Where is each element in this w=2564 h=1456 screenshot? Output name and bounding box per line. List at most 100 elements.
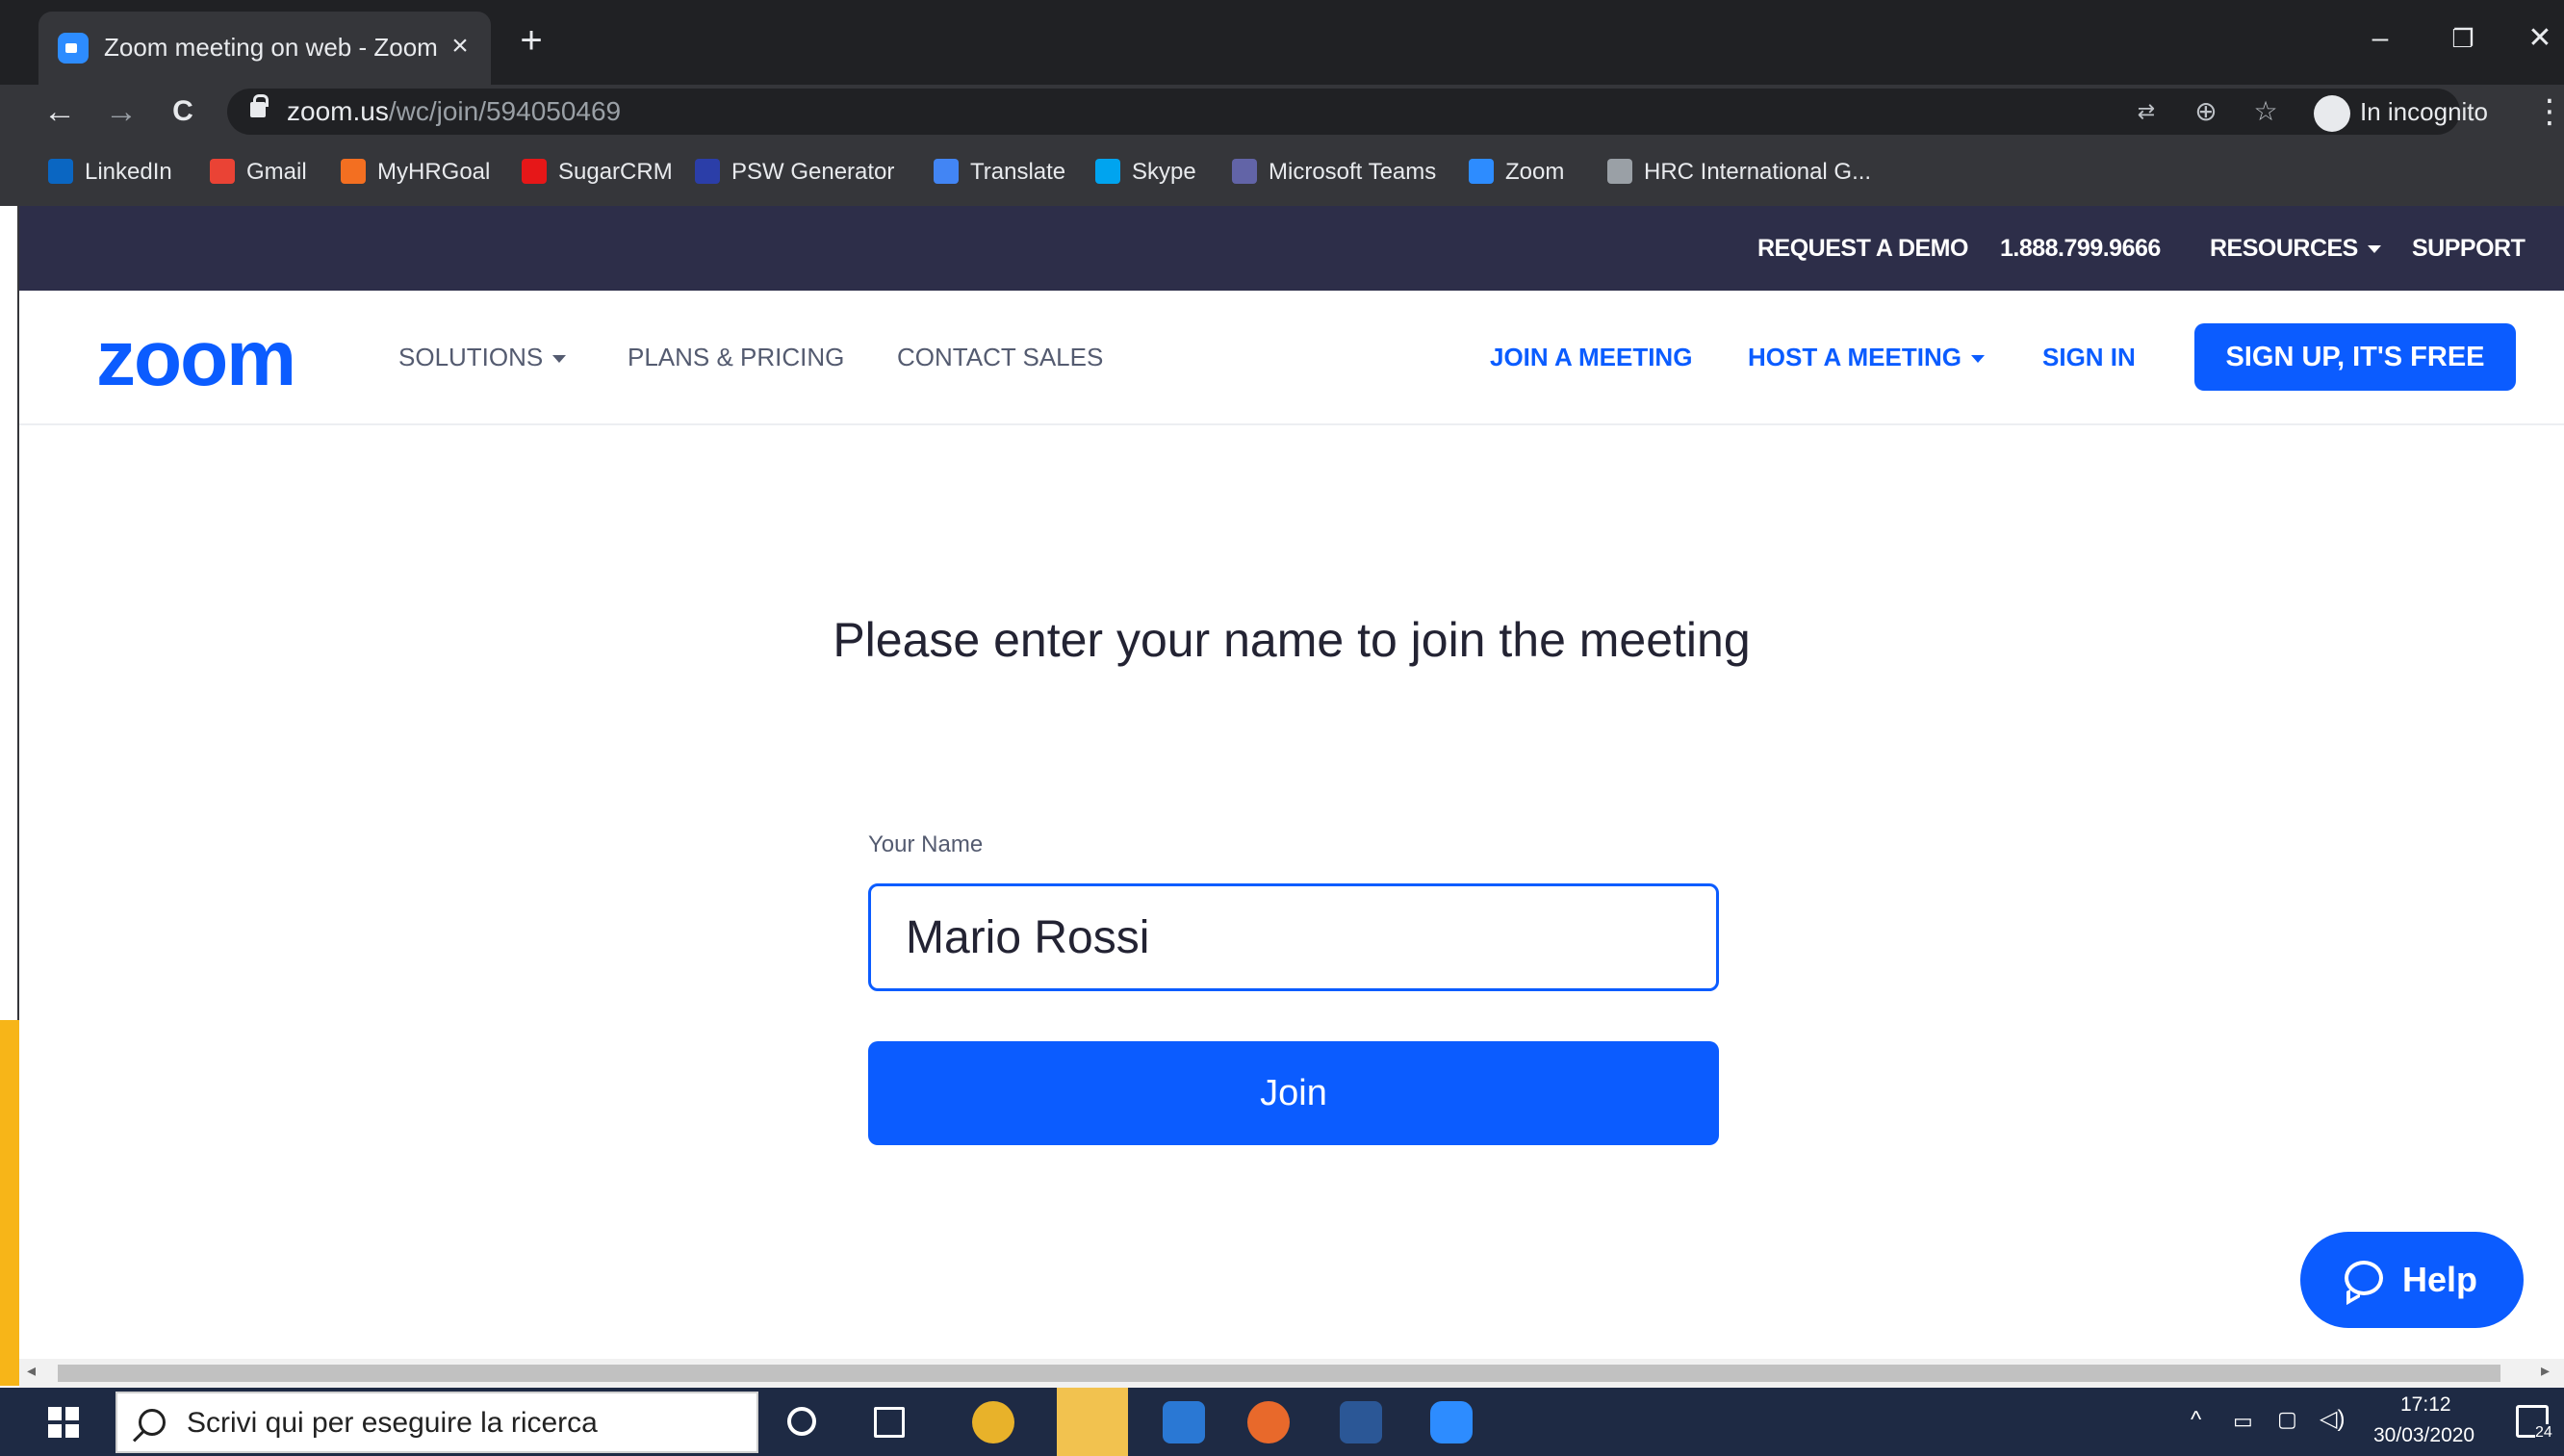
bookmark-label: Gmail — [246, 159, 307, 185]
contact-sales-link[interactable]: CONTACT SALES — [897, 343, 1103, 372]
browser-toolbar: ← → C zoom.us/wc/join/594050469 ⇄ ⊕ ☆ In… — [0, 85, 2564, 139]
host-meeting-label: HOST A MEETING — [1748, 343, 1961, 371]
gmail-icon — [210, 158, 235, 184]
teams-icon — [1232, 158, 1257, 184]
restore-button[interactable]: ❐ — [2439, 19, 2487, 58]
incognito-icon — [2314, 95, 2350, 133]
taskbar-search-placeholder: Scrivi qui per eseguire la ricerca — [187, 1407, 598, 1439]
bookmark-hrc-international-g[interactable]: HRC International G... — [1607, 156, 1871, 189]
help-label: Help — [2402, 1260, 2478, 1299]
solutions-label: SOLUTIONS — [398, 343, 544, 371]
windows-start-icon[interactable] — [42, 1399, 89, 1445]
bookmark-linkedin[interactable]: LinkedIn — [48, 156, 172, 189]
chevron-down-icon — [1970, 355, 1985, 364]
bookmark-skype[interactable]: Skype — [1095, 156, 1196, 189]
bookmark-microsoft-teams[interactable]: Microsoft Teams — [1232, 156, 1436, 189]
bookmark-zoom[interactable]: Zoom — [1469, 156, 1564, 189]
zoom-magnifier-icon[interactable]: ⊕ — [2187, 92, 2225, 131]
bookmark-psw-generator[interactable]: PSW Generator — [695, 156, 894, 189]
lock-icon — [250, 94, 269, 117]
chrome-taskbar-icon[interactable] — [972, 1401, 1014, 1443]
incognito-indicator[interactable]: In incognito — [2314, 89, 2488, 135]
reload-icon[interactable]: C — [162, 90, 204, 133]
join-button[interactable]: Join — [868, 1041, 1719, 1145]
zoom-logo[interactable]: zoom — [96, 314, 296, 404]
sign-up-button[interactable]: SIGN UP, IT'S FREE — [2194, 323, 2516, 391]
psw-generator-icon — [695, 158, 720, 184]
cortana-icon[interactable] — [787, 1407, 816, 1436]
browser-tab-zoom[interactable]: Zoom meeting on web - Zoom × — [38, 12, 491, 85]
new-tab-button[interactable]: + — [512, 21, 551, 60]
screenshot-frame: Zoom meeting on web - Zoom × + – ❐ ✕ ← →… — [0, 0, 2564, 1456]
forward-arrow-icon[interactable]: → — [100, 90, 142, 133]
bookmark-label: SugarCRM — [558, 159, 673, 185]
zoom-icon — [1469, 158, 1494, 184]
bookmark-gmail[interactable]: Gmail — [210, 156, 307, 189]
host-meeting-menu[interactable]: HOST A MEETING — [1748, 343, 1985, 372]
zoom-utility-bar: REQUEST A DEMO 1.888.799.9666 RESOURCES … — [19, 206, 2564, 291]
help-button[interactable]: Help — [2300, 1232, 2524, 1328]
zoom-taskbar-icon[interactable] — [1430, 1401, 1473, 1443]
tab-close-icon[interactable]: × — [441, 27, 479, 65]
phone-number[interactable]: 1.888.799.9666 — [2000, 235, 2161, 263]
horizontal-scrollbar[interactable]: ◂ ▸ — [19, 1359, 2564, 1388]
chat-bubble-icon — [2345, 1261, 2383, 1295]
sign-in-link[interactable]: SIGN IN — [2042, 343, 2136, 372]
browser-tab-strip: Zoom meeting on web - Zoom × + – ❐ ✕ — [0, 0, 2564, 85]
url-text: zoom.us/wc/join/594050469 — [287, 96, 621, 127]
solutions-menu[interactable]: SOLUTIONS — [398, 343, 567, 372]
scroll-left-arrow-icon[interactable]: ◂ — [27, 1361, 36, 1381]
zoom-main-nav: zoom SOLUTIONS PLANS & PRICING CONTACT S… — [19, 291, 2564, 425]
battery-icon[interactable]: ▭ — [2233, 1409, 2253, 1434]
address-bar[interactable]: zoom.us/wc/join/594050469 ⇄ ⊕ ☆ — [227, 89, 2460, 135]
bookmark-label: Zoom — [1505, 159, 1565, 185]
url-path: /wc/join/594050469 — [388, 96, 622, 126]
clock-date[interactable]: 30/03/2020 — [2373, 1424, 2474, 1447]
windows-taskbar: Scrivi qui per eseguire la ricerca ^ ▭ ▢… — [0, 1388, 2564, 1456]
taskbar-search-box[interactable]: Scrivi qui per eseguire la ricerca — [115, 1392, 758, 1453]
file-explorer-taskbar-icon[interactable] — [1057, 1388, 1128, 1456]
google-translate-icon — [934, 158, 959, 184]
plans-pricing-link[interactable]: PLANS & PRICING — [628, 343, 844, 372]
join-meeting-link[interactable]: JOIN A MEETING — [1490, 343, 1692, 372]
bookmarks-bar: LinkedIn Gmail MyHRGoal SugarCRM PSW Generat… — [0, 139, 2564, 206]
browser-menu-icon[interactable]: ⋮ — [2533, 90, 2564, 133]
bookmark-sugarcrm[interactable]: SugarCRM — [522, 156, 673, 189]
search-icon — [139, 1409, 166, 1436]
scrollbar-thumb[interactable] — [58, 1365, 2500, 1382]
request-demo-link[interactable]: REQUEST A DEMO — [1757, 235, 1968, 263]
translate-page-icon[interactable]: ⇄ — [2127, 92, 2166, 131]
notification-count-badge: 24 — [2535, 1424, 2552, 1442]
incognito-label: In incognito — [2360, 97, 2488, 126]
your-name-label: Your Name — [868, 831, 984, 857]
minimize-button[interactable]: – — [2356, 19, 2404, 58]
back-arrow-icon[interactable]: ← — [38, 90, 81, 133]
volume-icon[interactable]: ◁) — [2320, 1405, 2345, 1433]
sugarcrm-icon — [522, 158, 547, 184]
bookmark-star-icon[interactable]: ☆ — [2246, 92, 2285, 131]
network-icon[interactable]: ▢ — [2277, 1407, 2297, 1432]
resources-menu[interactable]: RESOURCES — [2210, 235, 2381, 263]
bookmark-label: Skype — [1132, 159, 1196, 185]
skype-icon — [1095, 158, 1120, 184]
resources-label: RESOURCES — [2210, 235, 2358, 262]
tab-title: Zoom meeting on web - Zoom — [104, 33, 438, 62]
tray-chevron-up-icon[interactable]: ^ — [2191, 1407, 2201, 1434]
close-window-button[interactable]: ✕ — [2516, 19, 2564, 58]
scroll-right-arrow-icon[interactable]: ▸ — [2541, 1361, 2550, 1381]
outlook-taskbar-icon[interactable] — [1163, 1401, 1205, 1443]
task-view-icon[interactable] — [874, 1407, 905, 1438]
support-link[interactable]: SUPPORT — [2412, 235, 2526, 263]
hrc-icon — [1607, 158, 1632, 184]
linkedin-icon — [48, 158, 73, 184]
bookmark-label: HRC International G... — [1644, 159, 1872, 185]
firefox-taskbar-icon[interactable] — [1247, 1401, 1290, 1443]
bookmark-translate[interactable]: Translate — [934, 156, 1065, 189]
zoom-favicon-icon — [58, 33, 89, 64]
word-taskbar-icon[interactable] — [1340, 1401, 1382, 1443]
bookmark-myhrgoal[interactable]: MyHRGoal — [341, 156, 490, 189]
join-prompt-heading: Please enter your name to join the meeti… — [833, 613, 1751, 667]
bookmark-label: MyHRGoal — [377, 159, 491, 185]
your-name-input[interactable] — [868, 883, 1719, 991]
clock-time[interactable]: 17:12 — [2400, 1393, 2451, 1417]
